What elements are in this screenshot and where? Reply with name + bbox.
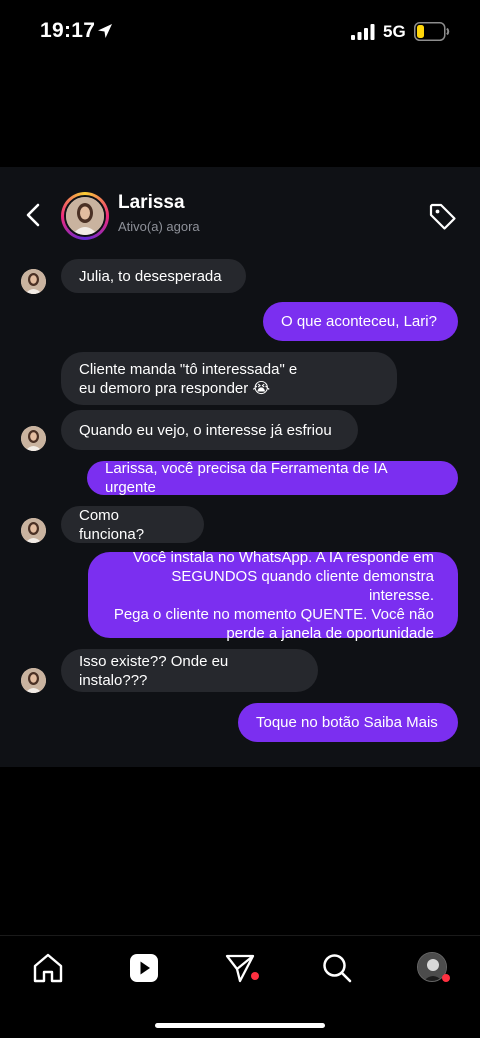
- home-indicator: [155, 1023, 325, 1028]
- messages-notification-dot: [251, 972, 259, 980]
- message-incoming[interactable]: Isso existe?? Onde eu instalo???: [61, 649, 318, 692]
- sender-avatar: [21, 518, 46, 543]
- message-incoming[interactable]: Quando eu vejo, o interesse já esfriou: [61, 410, 358, 450]
- network-type: 5G: [383, 22, 406, 41]
- direct-messages-icon[interactable]: [223, 951, 257, 985]
- contact-photo: [64, 195, 106, 237]
- tag-icon[interactable]: [428, 202, 458, 232]
- message-outgoing[interactable]: O que aconteceu, Lari?: [263, 302, 458, 341]
- home-icon[interactable]: [31, 951, 65, 985]
- chevron-left-icon[interactable]: [20, 201, 48, 229]
- profile-notification-dot: [442, 974, 450, 982]
- search-icon[interactable]: [320, 951, 354, 985]
- contact-status: Ativo(a) agora: [118, 219, 200, 234]
- chat-panel: Larissa Ativo(a) agora Julia, to desespe…: [0, 167, 480, 767]
- sender-avatar: [21, 269, 46, 294]
- message-outgoing[interactable]: Toque no botão Saiba Mais: [238, 703, 458, 742]
- screen: 19:17 5G Larissa Ativo(a) agora Julia, t…: [0, 0, 480, 1038]
- cellular-signal-icon: [351, 24, 375, 40]
- contact-name: Larissa: [118, 192, 185, 213]
- contact-avatar[interactable]: [61, 192, 109, 240]
- message-outgoing[interactable]: Larissa, você precisa da Ferramenta de I…: [87, 460, 458, 496]
- message-incoming[interactable]: Cliente manda "tô interessada" e eu demo…: [61, 352, 397, 405]
- sender-avatar: [21, 668, 46, 693]
- reels-icon[interactable]: [127, 951, 161, 985]
- chat-header: Larissa Ativo(a) agora: [0, 167, 480, 257]
- status-time: 19:17: [40, 19, 96, 42]
- sender-avatar: [21, 426, 46, 451]
- location-arrow-icon: [98, 24, 112, 38]
- battery-low-icon: [414, 22, 450, 41]
- message-incoming[interactable]: Como funciona?: [61, 506, 204, 543]
- message-outgoing[interactable]: Você instala no WhatsApp. A IA responde …: [88, 549, 458, 642]
- status-bar: 19:17 5G: [0, 0, 480, 62]
- bottom-nav: [0, 935, 480, 1038]
- message-incoming[interactable]: Julia, to desesperada: [61, 259, 246, 293]
